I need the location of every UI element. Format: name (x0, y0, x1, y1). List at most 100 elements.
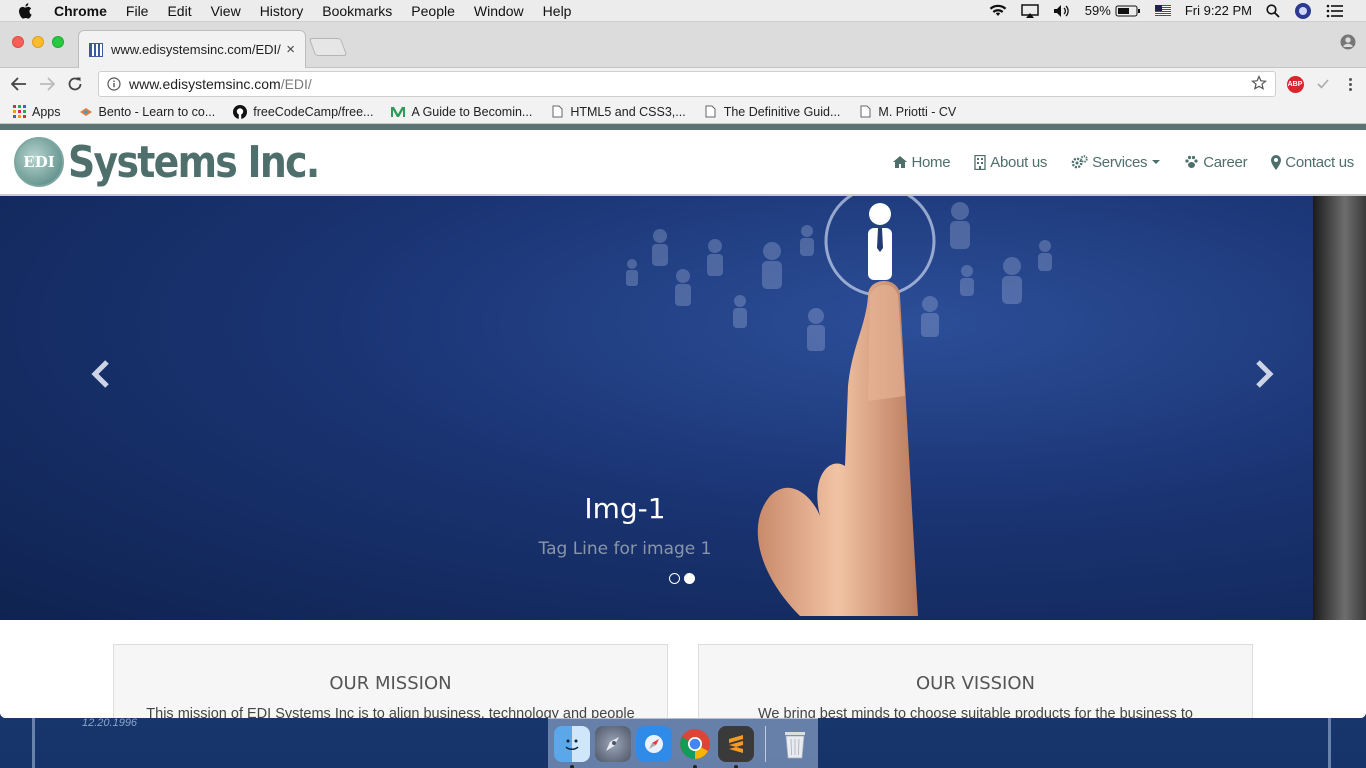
nav-label: About us (990, 153, 1048, 171)
volume-icon[interactable] (1053, 4, 1071, 18)
trash-icon[interactable] (777, 726, 813, 762)
back-button[interactable] (8, 73, 30, 95)
airplay-icon[interactable] (1021, 3, 1039, 18)
macos-dock (548, 718, 818, 768)
vision-card: OUR VISSION We bring best minds to choos… (698, 644, 1253, 718)
nav-services[interactable]: Services (1071, 153, 1161, 171)
bookmark-guide[interactable]: A Guide to Becomin... (391, 105, 532, 119)
minimize-window-button[interactable] (32, 36, 44, 48)
paw-icon (1184, 155, 1199, 169)
menu-people[interactable]: People (411, 3, 455, 19)
bookmark-definitive-guide[interactable]: The Definitive Guid... (704, 105, 840, 119)
logo-wordmark: Systems Inc. (68, 136, 320, 188)
carousel-indicators (669, 573, 695, 584)
macos-menu-bar: Chrome File Edit View History Bookmarks … (0, 0, 1366, 22)
desktop-frame-left (32, 718, 35, 768)
bookmark-label: Bento - Learn to co... (98, 104, 216, 119)
carousel-indicator-2[interactable] (684, 573, 695, 584)
browser-tab-active[interactable]: www.edisystemsinc.com/EDI/ × (78, 30, 306, 68)
nav-label: Home (911, 153, 951, 171)
nav-label: Contact us (1285, 153, 1354, 171)
input-source-flag-icon[interactable] (1154, 5, 1171, 16)
menu-window[interactable]: Window (474, 3, 524, 19)
running-indicator (734, 764, 738, 768)
card-title: OUR MISSION (329, 673, 452, 694)
carousel-indicator-1[interactable] (669, 573, 680, 584)
bookmark-freecodecamp[interactable]: freeCodeCamp/free... (233, 104, 374, 119)
launchpad-icon[interactable] (595, 725, 631, 762)
site-navbar: EDI Systems Inc. Home About us Services (0, 130, 1366, 196)
caption-tagline: Tag Line for image 1 (538, 539, 712, 559)
url-host: www.edisystemsinc.com (129, 76, 281, 92)
chrome-menu-button[interactable] (1342, 77, 1358, 91)
page-icon (550, 105, 564, 119)
nav-career[interactable]: Career (1184, 154, 1248, 171)
page-icon (858, 105, 872, 119)
nav-about-us[interactable]: About us (974, 154, 1047, 171)
menu-file[interactable]: File (126, 3, 149, 19)
bookmark-label: freeCodeCamp/free... (253, 104, 374, 119)
web-page: EDI Systems Inc. Home About us Services (0, 124, 1366, 718)
battery-icon (1115, 5, 1140, 16)
desktop-date-stamp: 12.20.1996 (82, 717, 138, 729)
checkmark-extension-icon[interactable] (1314, 75, 1332, 93)
bookmark-apps[interactable]: Apps (12, 105, 61, 119)
bookmark-cv[interactable]: M. Priotti - CV (858, 105, 956, 119)
chrome-dock-icon[interactable] (677, 726, 713, 768)
wifi-icon[interactable] (989, 4, 1007, 17)
menu-help[interactable]: Help (543, 3, 572, 19)
new-tab-button[interactable] (308, 38, 348, 56)
reload-button[interactable] (64, 73, 86, 95)
bookmark-bento[interactable]: Bento - Learn to co... (79, 104, 216, 119)
bookmark-label: M. Priotti - CV (878, 104, 957, 119)
running-indicator (570, 764, 574, 768)
bento-logo-icon (79, 105, 93, 119)
info-cards: OUR MISSION This mission of EDI Systems … (0, 624, 1366, 718)
carousel-prev-button[interactable] (82, 356, 118, 392)
mission-card: OUR MISSION This mission of EDI Systems … (113, 644, 668, 718)
menu-history[interactable]: History (260, 3, 304, 19)
dock-separator (765, 725, 766, 762)
tab-title: www.edisystemsinc.com/EDI/ (111, 42, 281, 57)
bookmark-html5[interactable]: HTML5 and CSS3,... (550, 105, 686, 119)
address-bar[interactable]: www.edisystemsinc.com/EDI/ (98, 71, 1276, 97)
menu-chrome[interactable]: Chrome (54, 3, 107, 19)
menubar-clock[interactable]: Fri 9:22 PM (1185, 3, 1252, 18)
adblock-extension-button[interactable]: ABP (1286, 75, 1304, 93)
profile-icon[interactable] (1340, 34, 1356, 55)
finder-icon[interactable] (554, 725, 590, 768)
safari-icon[interactable] (636, 725, 672, 762)
zoom-window-button[interactable] (52, 36, 64, 48)
carousel-next-button[interactable] (1247, 356, 1283, 392)
close-window-button[interactable] (12, 36, 24, 48)
url-path: /EDI/ (280, 76, 312, 92)
notification-center-icon[interactable] (1326, 4, 1344, 18)
card-text: This mission of EDI Systems Inc is to al… (146, 706, 635, 718)
battery-status[interactable]: 59% (1085, 3, 1141, 18)
menu-edit[interactable]: Edit (167, 3, 191, 19)
chevron-down-icon (1152, 160, 1161, 164)
forward-button[interactable] (36, 73, 58, 95)
site-info-icon[interactable] (107, 77, 121, 91)
spotlight-search-icon[interactable] (1266, 3, 1280, 18)
window-controls (12, 36, 64, 48)
tab-close-icon[interactable]: × (286, 41, 295, 58)
menu-view[interactable]: View (211, 3, 241, 19)
card-text: We bring best minds to choose suitable p… (758, 706, 1193, 718)
sublime-text-icon[interactable] (718, 725, 754, 768)
site-logo[interactable]: EDI Systems Inc. (14, 137, 359, 188)
nav-home[interactable]: Home (893, 153, 951, 171)
chrome-window: www.edisystemsinc.com/EDI/ × www.edisyst… (0, 22, 1366, 718)
map-marker-icon (1271, 154, 1282, 170)
apps-grid-icon (12, 105, 26, 119)
nav-contact-us[interactable]: Contact us (1271, 154, 1354, 171)
github-icon (233, 104, 248, 119)
card-title: OUR VISSION (916, 673, 1035, 694)
menu-bookmarks[interactable]: Bookmarks (322, 3, 392, 19)
nav-label: Services (1092, 153, 1148, 171)
building-icon (974, 154, 986, 170)
user-account-icon[interactable] (1294, 2, 1312, 20)
browser-toolbar: www.edisystemsinc.com/EDI/ ABP (0, 68, 1366, 100)
apple-menu-icon[interactable] (18, 2, 40, 19)
bookmark-star-icon[interactable] (1251, 74, 1267, 94)
